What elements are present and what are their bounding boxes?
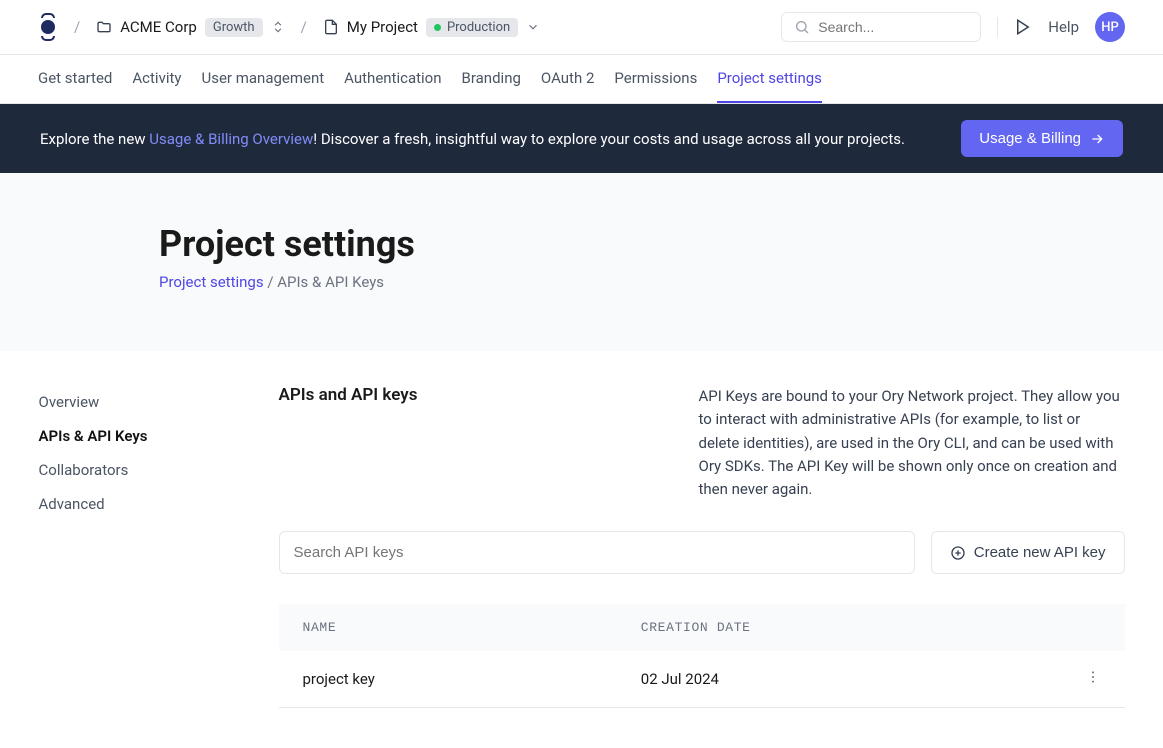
tab-user-management[interactable]: User management [202, 55, 325, 103]
file-icon [323, 19, 339, 35]
api-key-date: 02 Jul 2024 [617, 651, 1061, 708]
banner-text-prefix: Explore the new [40, 130, 149, 148]
tab-permissions[interactable]: Permissions [614, 55, 697, 103]
play-icon[interactable] [1014, 18, 1032, 36]
section-description: API Keys are bound to your Ory Network p… [699, 385, 1125, 501]
tab-authentication[interactable]: Authentication [344, 55, 441, 103]
breadcrumb-separator: / [301, 18, 307, 36]
settings-sidebar: Overview APIs & API Keys Collaborators A… [39, 385, 219, 708]
workspace-selector[interactable]: ACME Corp Growth [96, 18, 284, 37]
tab-activity[interactable]: Activity [132, 55, 181, 103]
project-selector[interactable]: My Project Production [323, 18, 540, 37]
breadcrumb-separator: / [74, 18, 80, 36]
search-icon [794, 19, 810, 35]
api-key-name: project key [279, 651, 617, 708]
project-name: My Project [347, 18, 418, 36]
folder-icon [96, 19, 112, 35]
app-logo[interactable] [38, 13, 58, 41]
sidebar-item-collaborators[interactable]: Collaborators [39, 453, 219, 487]
section-title: APIs and API keys [279, 385, 659, 501]
breadcrumb-root-link[interactable]: Project settings [159, 273, 264, 291]
table-row: project key 02 Jul 2024 [279, 651, 1125, 708]
chevron-updown-icon [271, 20, 285, 34]
api-keys-search-input[interactable] [279, 531, 915, 574]
tab-get-started[interactable]: Get started [38, 55, 112, 103]
promo-banner: Explore the new Usage & Billing Overview… [0, 104, 1163, 173]
tab-project-settings[interactable]: Project settings [717, 55, 822, 103]
tab-branding[interactable]: Branding [462, 55, 521, 103]
chevron-down-icon [526, 20, 540, 34]
sidebar-item-api-keys[interactable]: APIs & API Keys [39, 419, 219, 453]
status-dot-icon [434, 24, 441, 31]
sidebar-item-overview[interactable]: Overview [39, 385, 219, 419]
table-header-name: NAME [279, 604, 617, 651]
help-link[interactable]: Help [1048, 18, 1079, 36]
table-header-date: CREATION DATE [617, 604, 1061, 651]
environment-badge: Production [426, 18, 518, 37]
search-input[interactable] [818, 19, 968, 35]
workspace-name: ACME Corp [120, 18, 197, 36]
banner-text-suffix: ! Discover a fresh, insightful way to ex… [313, 130, 905, 148]
tab-oauth2[interactable]: OAuth 2 [541, 55, 594, 103]
main-tabs: Get started Activity User management Aut… [0, 55, 1163, 104]
plan-badge: Growth [205, 18, 263, 37]
arrow-right-icon [1089, 131, 1105, 147]
divider [997, 17, 998, 37]
plus-circle-icon [950, 545, 966, 561]
breadcrumb-sep: / [264, 273, 278, 291]
usage-billing-button[interactable]: Usage & Billing [961, 120, 1123, 157]
global-search[interactable] [781, 12, 981, 42]
dots-vertical-icon [1085, 669, 1101, 685]
create-api-key-button[interactable]: Create new API key [931, 531, 1125, 574]
row-actions-button[interactable] [1061, 651, 1125, 708]
sidebar-item-advanced[interactable]: Advanced [39, 487, 219, 521]
page-title: Project settings [159, 223, 1004, 265]
breadcrumb: Project settings / APIs & API Keys [159, 273, 1004, 291]
breadcrumb-current: APIs & API Keys [277, 273, 384, 291]
banner-link[interactable]: Usage & Billing Overview [149, 130, 313, 148]
user-avatar[interactable]: HP [1095, 12, 1125, 42]
api-keys-table: NAME CREATION DATE project key 02 Jul 20… [279, 604, 1125, 708]
